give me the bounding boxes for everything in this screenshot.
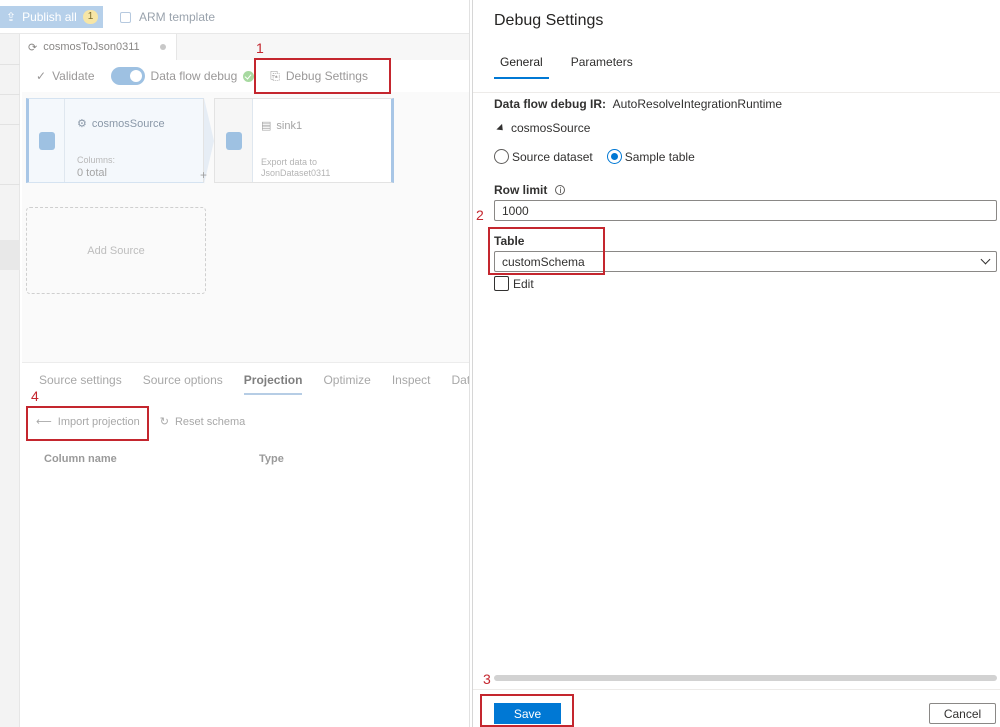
arm-template-button[interactable]: ARM template <box>120 10 215 24</box>
horizontal-scrollbar[interactable] <box>494 675 997 681</box>
sink-node[interactable]: ▤ sink1 Export data to JsonDataset0311 <box>214 98 394 183</box>
callout-number-3: 3 <box>483 671 491 687</box>
pending-changes-badge: 1 <box>82 10 99 24</box>
row-limit-input[interactable] <box>494 200 997 221</box>
database-icon <box>38 131 55 150</box>
upload-icon: ⇪ <box>6 10 17 24</box>
validate-label: Validate <box>52 69 95 83</box>
callout-box-import-projection <box>26 406 149 441</box>
tab-inspect[interactable]: Inspect <box>392 373 431 395</box>
edit-checkbox[interactable] <box>494 276 509 291</box>
columns-value: 0 total <box>77 167 107 179</box>
radio-circle-icon[interactable] <box>494 149 509 164</box>
left-nav-rail <box>0 34 20 727</box>
checkmark-icon: ✓ <box>36 69 47 83</box>
info-icon[interactable]: i <box>555 185 566 195</box>
row-limit-label: Row limit i <box>494 183 566 197</box>
database-icon <box>225 131 242 150</box>
publish-all-label: Publish all <box>22 10 77 24</box>
debug-ir-row: Data flow debug IR: AutoResolveIntegrati… <box>494 97 782 111</box>
refresh-icon: ↻ <box>159 416 169 428</box>
top-command-bar: ⇪ Publish all 1 ARM template <box>0 0 469 34</box>
source-node-title: ⚙ cosmosSource <box>77 117 165 131</box>
properties-tabs: Source settings Source options Projectio… <box>39 373 469 395</box>
cosmos-icon: ⚙ <box>77 118 87 130</box>
edit-label: Edit <box>513 276 534 291</box>
type-header: Type <box>259 453 284 465</box>
columns-label: Columns: <box>77 155 116 165</box>
add-transform-icon[interactable]: + <box>200 168 207 182</box>
reset-schema-button[interactable]: ↻ Reset schema <box>159 415 246 429</box>
sink-icon: ▤ <box>261 120 272 132</box>
panel-tabs: General Parameters <box>494 55 639 79</box>
tab-optimize[interactable]: Optimize <box>323 373 370 395</box>
callout-box-debug-settings <box>254 58 391 94</box>
radio-source-dataset[interactable]: Source dataset <box>494 149 593 164</box>
chevron-down-icon[interactable] <box>980 254 991 265</box>
panel-title: Debug Settings <box>494 12 604 29</box>
source-node[interactable]: ⚙ cosmosSource Columns: 0 total <box>26 98 204 183</box>
tabs-divider <box>473 92 1000 93</box>
debug-ir-value: AutoResolveIntegrationRuntime <box>612 97 783 111</box>
debug-ready-icon <box>243 70 255 82</box>
validate-button[interactable]: ✓ Validate <box>36 69 95 83</box>
document-tab-title: cosmosToJson0311 <box>43 41 140 53</box>
source-tree-label: cosmosSource <box>511 121 591 135</box>
callout-box-table <box>488 227 605 275</box>
unsaved-dot-icon <box>160 44 166 50</box>
column-name-header: Column name <box>44 453 117 465</box>
tab-parameters[interactable]: Parameters <box>565 55 639 79</box>
callout-number-2: 2 <box>476 207 484 223</box>
footer-divider <box>473 689 1000 690</box>
authoring-workspace: ⇪ Publish all 1 ARM template ⟳ cosmosToJ… <box>0 0 470 727</box>
sink-node-title: ▤ sink1 <box>261 119 303 133</box>
edit-checkbox-row[interactable]: Edit <box>494 276 534 291</box>
callout-box-save <box>480 694 574 727</box>
sample-mode-radio-group: Source dataset Sample table <box>494 149 695 164</box>
dataflow-document-tab[interactable]: ⟳ cosmosToJson0311 <box>22 34 177 60</box>
radio-sample-table[interactable]: Sample table <box>606 149 695 164</box>
publish-all-button[interactable]: ⇪ Publish all 1 <box>0 6 103 28</box>
tab-strip <box>177 34 469 60</box>
add-source-button[interactable]: Add Source <box>26 207 206 294</box>
expand-triangle-icon[interactable] <box>496 123 506 133</box>
projection-table-header: Column name Type <box>44 453 284 465</box>
source-node-side <box>29 99 65 182</box>
callout-number-1: 1 <box>256 40 264 56</box>
dataflow-canvas: ⚙ cosmosSource Columns: 0 total + ▤ sink… <box>22 92 469 362</box>
arm-template-icon <box>120 11 131 23</box>
tab-projection[interactable]: Projection <box>243 373 303 395</box>
tab-source-settings[interactable]: Source settings <box>39 373 122 395</box>
debug-ir-label: Data flow debug IR: <box>494 97 606 111</box>
dataflow-toolbar: ✓ Validate Data flow debug ⎘ Debug Setti… <box>22 60 469 92</box>
dataflow-icon: ⟳ <box>28 41 38 54</box>
tab-data-preview[interactable]: Data <box>452 373 469 395</box>
sink-node-side <box>215 99 253 182</box>
source-tree-node[interactable]: cosmosSource <box>496 121 591 135</box>
arm-template-label: ARM template <box>139 10 216 24</box>
cancel-button[interactable]: Cancel <box>929 703 996 724</box>
debug-settings-panel: Debug Settings General Parameters Data f… <box>472 0 1000 727</box>
tab-source-options[interactable]: Source options <box>143 373 223 395</box>
dataflow-debug-toggle-group: Data flow debug <box>110 67 255 85</box>
tab-general[interactable]: General <box>494 55 549 79</box>
dataflow-debug-label: Data flow debug <box>150 69 238 83</box>
radio-selected-icon[interactable] <box>606 149 622 164</box>
sink-node-description: Export data to JsonDataset0311 <box>261 157 331 178</box>
dataflow-debug-toggle[interactable] <box>110 67 145 85</box>
callout-number-4: 4 <box>31 388 39 404</box>
